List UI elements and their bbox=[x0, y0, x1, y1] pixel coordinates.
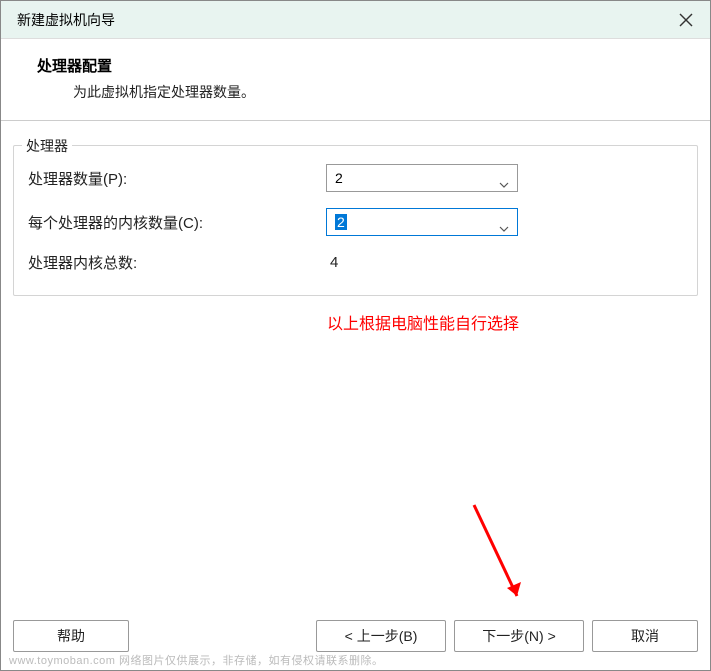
wizard-header: 处理器配置 为此虚拟机指定处理器数量。 bbox=[1, 39, 710, 121]
cancel-button[interactable]: 取消 bbox=[592, 620, 698, 652]
content-area: 处理器 处理器数量(P): 2 每个处理器的内核数量(C): 2 bbox=[1, 121, 710, 334]
next-button[interactable]: 下一步(N) > bbox=[454, 620, 584, 652]
fieldset-legend: 处理器 bbox=[22, 136, 72, 156]
button-bar: 帮助 < 上一步(B) 下一步(N) > 取消 bbox=[1, 620, 710, 652]
cores-per-processor-value: 2 bbox=[335, 214, 347, 230]
chevron-down-icon bbox=[499, 219, 509, 225]
cores-per-processor-label: 每个处理器的内核数量(C): bbox=[28, 212, 326, 233]
watermark-text: www.toymoban.com 网络图片仅供展示，非存储，如有侵权请联系删除。 bbox=[9, 652, 383, 668]
total-cores-label: 处理器内核总数: bbox=[28, 252, 326, 273]
annotation-text: 以上根据电脑性能自行选择 bbox=[327, 310, 698, 334]
total-cores-value: 4 bbox=[326, 254, 338, 271]
page-title: 处理器配置 bbox=[37, 55, 686, 76]
window-title: 新建虚拟机向导 bbox=[17, 10, 115, 30]
chevron-down-icon bbox=[499, 175, 509, 181]
page-subtitle: 为此虚拟机指定处理器数量。 bbox=[73, 82, 686, 102]
processor-count-row: 处理器数量(P): 2 bbox=[28, 164, 683, 192]
processor-fieldset: 处理器 处理器数量(P): 2 每个处理器的内核数量(C): 2 bbox=[13, 145, 698, 296]
processor-count-select[interactable]: 2 bbox=[326, 164, 518, 192]
close-icon[interactable] bbox=[674, 8, 698, 32]
processor-count-label: 处理器数量(P): bbox=[28, 168, 326, 189]
cores-per-processor-row: 每个处理器的内核数量(C): 2 bbox=[28, 208, 683, 236]
total-cores-row: 处理器内核总数: 4 bbox=[28, 252, 683, 273]
cores-per-processor-select[interactable]: 2 bbox=[326, 208, 518, 236]
processor-count-value: 2 bbox=[335, 170, 343, 186]
arrow-annotation-icon bbox=[469, 500, 529, 610]
back-button[interactable]: < 上一步(B) bbox=[316, 620, 446, 652]
help-button[interactable]: 帮助 bbox=[13, 620, 129, 652]
titlebar: 新建虚拟机向导 bbox=[1, 1, 710, 39]
